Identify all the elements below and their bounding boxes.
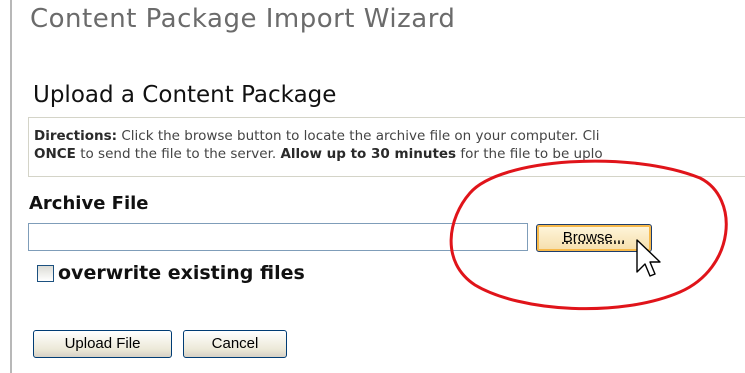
directions-box: Directions: Click the browse button to l… [28, 117, 745, 177]
archive-file-input[interactable] [28, 223, 528, 251]
directions-line2-b: for the file to be uplo [460, 146, 603, 162]
overwrite-checkbox[interactable] [37, 265, 54, 282]
annotation-layer [449, 159, 728, 311]
archive-file-label: Archive File [29, 193, 149, 214]
directions-line2-a: to send the file to the server. [80, 146, 277, 162]
browse-button-label: Browse... [562, 229, 626, 246]
upload-file-button[interactable]: Upload File [33, 330, 172, 358]
wizard-title: Content Package Import Wizard [30, 4, 456, 34]
browse-button[interactable]: Browse... [536, 224, 652, 252]
left-divider [10, 0, 12, 373]
directions-time-limit: Allow up to 30 minutes [280, 146, 457, 162]
directions-text: Directions: Click the browse button to l… [34, 127, 603, 163]
cancel-button[interactable]: Cancel [183, 330, 287, 358]
overwrite-label[interactable]: overwrite existing files [58, 262, 305, 284]
section-title: Upload a Content Package [33, 82, 337, 108]
directions-line1: Click the browse button to locate the ar… [121, 128, 600, 144]
directions-once: ONCE [34, 146, 76, 162]
directions-label: Directions: [34, 128, 118, 144]
